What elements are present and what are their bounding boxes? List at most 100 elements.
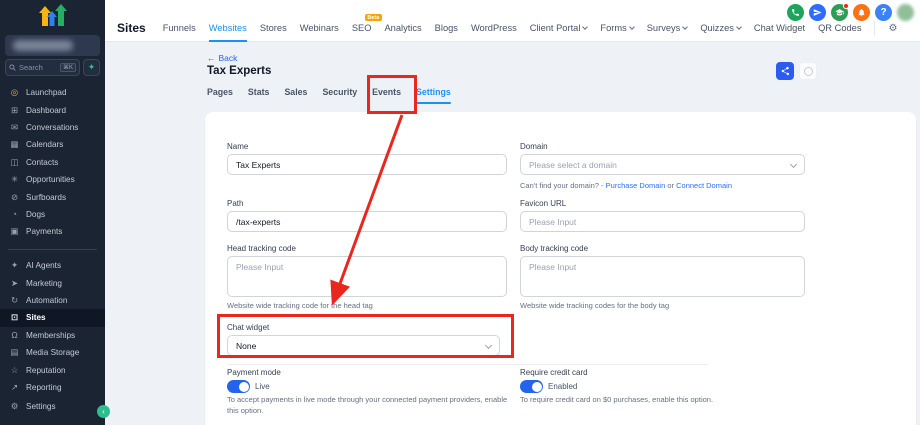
page-help-button[interactable] bbox=[799, 62, 817, 80]
chat-widget-value: None bbox=[236, 341, 256, 351]
sidebar-item-calendars[interactable]: ▦Calendars bbox=[0, 136, 105, 153]
path-input[interactable] bbox=[227, 211, 507, 232]
sidebar-item-launchpad[interactable]: ◎Launchpad bbox=[0, 84, 105, 101]
back-link[interactable]: ←Back bbox=[207, 53, 237, 63]
nav-tab-websites[interactable]: Websites bbox=[209, 23, 247, 33]
share-button[interactable] bbox=[776, 62, 794, 80]
sidebar-item-sites[interactable]: ⊡Sites bbox=[0, 309, 105, 326]
sidebar-item-reputation[interactable]: ☆Reputation bbox=[0, 361, 105, 378]
sidebar-item-contacts[interactable]: ◫Contacts bbox=[0, 154, 105, 171]
chat-widget-select[interactable]: None bbox=[227, 335, 500, 356]
tab-settings[interactable]: Settings bbox=[416, 87, 451, 104]
sidebar-item-label: Settings bbox=[26, 402, 56, 411]
contacts-icon: ◫ bbox=[9, 157, 20, 168]
search-shortcut-badge: ⌘K bbox=[60, 63, 76, 72]
ai-assistant-button[interactable]: ✦ bbox=[83, 59, 100, 76]
sidebar-item-conversations[interactable]: ✉Conversations bbox=[0, 119, 105, 136]
sidebar-item-label: Memberships bbox=[26, 331, 75, 340]
nav-tab-wordpress[interactable]: WordPress bbox=[471, 23, 517, 33]
notifications-button[interactable] bbox=[853, 4, 870, 21]
sidebar-item-marketing[interactable]: ➤Marketing bbox=[0, 274, 105, 291]
sidebar-item-opportunities[interactable]: ✳Opportunities bbox=[0, 171, 105, 188]
nav-tab-qr-codes[interactable]: QR Codes bbox=[818, 23, 861, 33]
calendar-icon: ▦ bbox=[9, 139, 20, 150]
nav-tab-funnels[interactable]: Funnels bbox=[163, 23, 196, 33]
sidebar-item-payments[interactable]: ▣Payments bbox=[0, 223, 105, 240]
nav-divider bbox=[874, 21, 875, 36]
sidebar-item-label: Sites bbox=[26, 313, 46, 322]
sidebar-item-automation[interactable]: ↻Automation bbox=[0, 292, 105, 309]
require-credit-card-state: Enabled bbox=[548, 382, 577, 391]
nav-tab-analytics[interactable]: Analytics bbox=[384, 23, 421, 33]
academy-button[interactable] bbox=[831, 4, 848, 21]
payment-mode-toggle[interactable] bbox=[227, 380, 250, 393]
user-avatar[interactable] bbox=[897, 4, 914, 21]
connect-domain-link[interactable]: Connect Domain bbox=[676, 181, 732, 190]
sidebar-item-surfboards[interactable]: ⊘Surfboards bbox=[0, 188, 105, 205]
nav-tab-stores[interactable]: Stores bbox=[260, 23, 287, 33]
nav-tab-quizzes[interactable]: Quizzes bbox=[700, 23, 741, 33]
dogs-icon: ◔ bbox=[9, 209, 20, 219]
sidebar-item-dashboard[interactable]: ⊞Dashboard bbox=[0, 101, 105, 118]
body-tracking-label: Body tracking code bbox=[520, 244, 588, 253]
search-input[interactable]: Search ⌘K bbox=[5, 59, 80, 76]
nav-tab-surveys[interactable]: Surveys bbox=[647, 23, 688, 33]
media-storage-icon: ▤ bbox=[9, 347, 20, 358]
main-content: ←Back Tax Experts Pages Stats Sales Secu… bbox=[105, 42, 920, 425]
nav-tab-seo[interactable]: SEOBeta bbox=[352, 23, 372, 33]
account-switcher[interactable] bbox=[5, 35, 100, 56]
search-icon bbox=[9, 64, 16, 71]
sidebar-item-label: Automation bbox=[26, 296, 67, 305]
body-tracking-textarea[interactable] bbox=[520, 256, 805, 297]
phone-dialer-button[interactable] bbox=[787, 4, 804, 21]
tab-security[interactable]: Security bbox=[322, 87, 357, 104]
tab-sales[interactable]: Sales bbox=[284, 87, 307, 104]
sidebar-item-dogs[interactable]: ◔ Dogs bbox=[0, 206, 105, 223]
payment-mode-helper: To accept payments in live mode through … bbox=[227, 395, 509, 417]
chevron-down-icon bbox=[583, 24, 589, 30]
site-settings-gear-icon[interactable]: ⚙ bbox=[888, 23, 897, 34]
payment-mode-state: Live bbox=[255, 382, 270, 391]
domain-helper: Can't find your domain? - Purchase Domai… bbox=[520, 181, 732, 190]
rocket-icon bbox=[813, 8, 822, 17]
tab-events[interactable]: Events bbox=[372, 87, 401, 104]
domain-select[interactable]: Please select a domain bbox=[520, 154, 805, 175]
nav-tab-forms[interactable]: Forms bbox=[600, 23, 633, 33]
sidebar-item-label: Launchpad bbox=[26, 88, 67, 97]
favicon-url-input[interactable] bbox=[520, 211, 805, 232]
launch-button[interactable] bbox=[809, 4, 826, 21]
require-credit-card-toggle[interactable] bbox=[520, 380, 543, 393]
site-tabs: Pages Stats Sales Security Events Settin… bbox=[207, 87, 451, 104]
sidebar-item-label: Dogs bbox=[26, 210, 45, 219]
tab-pages[interactable]: Pages bbox=[207, 87, 233, 104]
bell-icon bbox=[857, 8, 866, 17]
name-input[interactable] bbox=[227, 154, 507, 175]
payments-icon: ▣ bbox=[9, 226, 20, 237]
ai-agents-icon: ✦ bbox=[9, 260, 20, 271]
favicon-url-label: Favicon URL bbox=[520, 199, 566, 208]
nav-tab-client-portal[interactable]: Client Portal bbox=[530, 23, 588, 33]
sparkle-icon: ✦ bbox=[88, 62, 96, 73]
info-circle-icon bbox=[804, 67, 813, 76]
sidebar-item-label: Opportunities bbox=[26, 175, 75, 184]
sidebar-item-reporting[interactable]: ↗Reporting bbox=[0, 379, 105, 396]
sidebar-collapse-button[interactable]: ‹ bbox=[97, 405, 110, 418]
domain-placeholder: Please select a domain bbox=[529, 160, 617, 170]
nav-tab-chat-widget[interactable]: Chat Widget bbox=[754, 23, 805, 33]
section-divider bbox=[227, 364, 708, 365]
sidebar-item-ai-agents[interactable]: ✦AI Agents bbox=[0, 257, 105, 274]
help-button[interactable]: ? bbox=[875, 4, 892, 21]
nav-tab-webinars[interactable]: Webinars bbox=[300, 23, 339, 33]
sidebar-item-settings[interactable]: ⚙Settings bbox=[0, 398, 105, 415]
tab-stats[interactable]: Stats bbox=[248, 87, 270, 104]
nav-tab-blogs[interactable]: Blogs bbox=[435, 23, 458, 33]
purchase-domain-link[interactable]: Purchase Domain bbox=[606, 181, 666, 190]
chevron-down-icon bbox=[682, 24, 688, 30]
marketing-icon: ➤ bbox=[9, 278, 20, 289]
sidebar: Search ⌘K ✦ ◎Launchpad ⊞Dashboard ✉Conve… bbox=[0, 0, 105, 425]
back-arrow-icon: ← bbox=[207, 53, 216, 63]
sidebar-nav-primary: ◎Launchpad ⊞Dashboard ✉Conversations ▦Ca… bbox=[0, 84, 105, 241]
sidebar-item-memberships[interactable]: ΩMemberships bbox=[0, 327, 105, 344]
sidebar-item-media-storage[interactable]: ▤Media Storage bbox=[0, 344, 105, 361]
head-tracking-textarea[interactable] bbox=[227, 256, 507, 297]
